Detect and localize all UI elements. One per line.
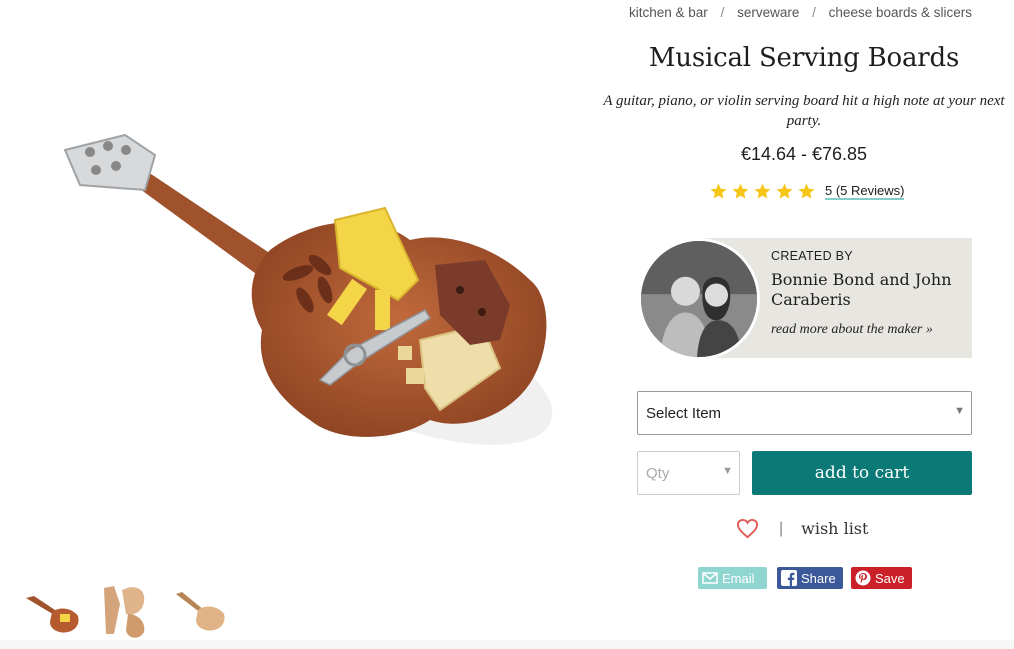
breadcrumb-separator: / <box>720 5 725 20</box>
facebook-icon <box>781 570 797 586</box>
reviews-link[interactable]: 5 (5 Reviews) <box>825 183 905 200</box>
maker-avatar <box>638 238 760 360</box>
facebook-share-label: Share <box>801 570 836 586</box>
star-icon <box>710 183 727 199</box>
breadcrumb: kitchen & bar / serveware / cheese board… <box>629 5 972 20</box>
maker-card[interactable]: CREATED BY Bonnie Bond and John Caraberi… <box>638 238 972 360</box>
maker-name: Bonnie Bond and John Caraberis <box>771 270 952 309</box>
breadcrumb-separator: / <box>812 5 816 20</box>
star-icon <box>798 183 815 199</box>
breadcrumb-cheese-boards[interactable]: cheese boards & slicers <box>829 5 972 20</box>
wishlist: | wish list <box>736 518 868 539</box>
facebook-share-button[interactable]: Share <box>777 567 843 589</box>
share-buttons: Email Share Save <box>698 567 920 589</box>
page-footer-strip <box>0 640 1014 649</box>
envelope-icon <box>702 572 718 584</box>
pinterest-icon <box>855 570 871 586</box>
star-icon <box>732 183 749 199</box>
heart-icon[interactable] <box>736 518 759 539</box>
quantity-select[interactable]: Qty ▼ <box>637 451 740 495</box>
item-select[interactable]: Select Item ▼ <box>637 391 972 435</box>
pinterest-save-label: Save <box>875 570 905 586</box>
product-title: Musical Serving Boards <box>648 43 960 73</box>
product-price: €14.64 - €76.85 <box>740 144 868 164</box>
dropdown-arrow-icon: ▼ <box>722 465 733 477</box>
wishlist-link[interactable]: wish list <box>801 519 868 538</box>
item-select-value: Select Item <box>646 404 722 422</box>
thumbnail-guitar-alt[interactable] <box>168 580 232 644</box>
thumbnail-guitar[interactable] <box>20 580 84 644</box>
product-rating: 5 (5 Reviews) <box>709 182 905 201</box>
star-icon <box>754 183 771 199</box>
add-to-cart-button[interactable]: add to cart <box>752 451 972 495</box>
maker-read-more-link[interactable]: read more about the maker » <box>771 322 933 338</box>
product-tagline: A guitar, piano, or violin serving board… <box>603 93 1005 129</box>
email-share-label: Email <box>722 570 755 586</box>
pinterest-save-button[interactable]: Save <box>851 567 912 589</box>
product-main-image <box>30 100 590 480</box>
thumbnail-group[interactable] <box>94 580 158 644</box>
email-share-button[interactable]: Email <box>698 567 767 589</box>
wishlist-separator: | <box>779 519 784 537</box>
dropdown-arrow-icon: ▼ <box>954 405 965 417</box>
quantity-select-placeholder: Qty <box>646 464 670 482</box>
breadcrumb-serveware[interactable]: serveware <box>737 5 799 20</box>
maker-created-by-label: CREATED BY <box>771 249 853 263</box>
star-icon <box>776 183 793 199</box>
breadcrumb-kitchen-bar[interactable]: kitchen & bar <box>629 5 708 20</box>
